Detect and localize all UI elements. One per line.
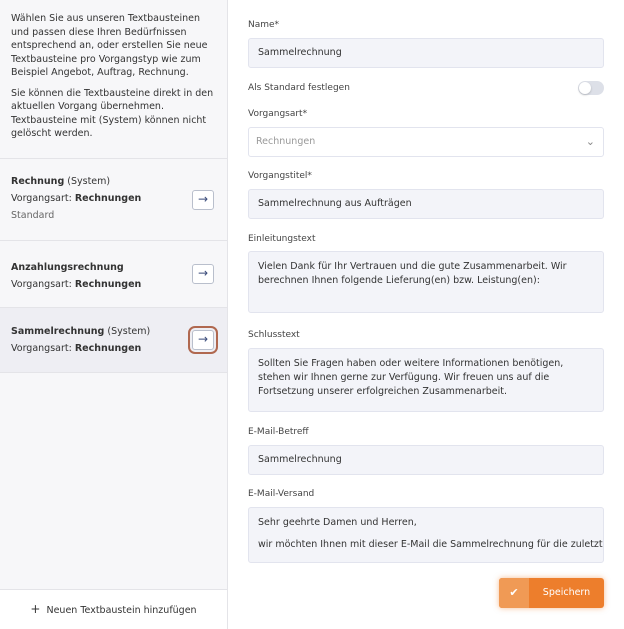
template-list: Rechnung (System) Vorgangsart: Rechnunge… <box>0 158 227 373</box>
item-title: Rechnung (System) <box>11 176 111 187</box>
item-title: Anzahlungsrechnung <box>11 262 124 273</box>
arrow-right-icon: → <box>197 266 209 280</box>
title-input[interactable]: Sammelrechnung aus Aufträgen <box>248 189 604 219</box>
intro-text-label: Einleitungstext <box>248 234 316 244</box>
sidebar: Wählen Sie aus unseren Textbausteinen un… <box>0 0 228 629</box>
item-type: Vorgangsart: Rechnungen <box>11 193 142 204</box>
name-input[interactable]: Sammelrechnung <box>248 38 604 68</box>
sidebar-intro: Wählen Sie aus unseren Textbausteinen un… <box>0 0 227 141</box>
plus-icon: + <box>30 602 41 616</box>
arrow-right-icon: → <box>197 332 209 346</box>
title-label: Vorgangstitel* <box>248 171 312 181</box>
toggle-knob <box>579 82 591 94</box>
intro-paragraph-2: Sie können die Textbausteine direkt in d… <box>11 87 214 140</box>
add-template-label: Neuen Textbaustein hinzufügen <box>46 605 197 616</box>
list-item-sammelrechnung[interactable]: Sammelrechnung (System) Vorgangsart: Rec… <box>0 307 227 373</box>
name-label: Name* <box>248 20 280 30</box>
chevron-down-icon: ⌄ <box>585 135 595 148</box>
closing-textarea[interactable]: Sollten Sie Fragen haben oder weitere In… <box>248 348 604 412</box>
default-toggle[interactable] <box>578 81 604 95</box>
item-type: Vorgangsart: Rechnungen <box>11 343 142 354</box>
save-button[interactable]: ✔ Speichern <box>499 578 604 608</box>
email-body-label: E-Mail-Versand <box>248 489 315 499</box>
default-label: Als Standard festlegen <box>248 83 350 93</box>
email-subject-label: E-Mail-Betreff <box>248 427 309 437</box>
open-arrow-button[interactable]: → <box>192 264 214 284</box>
arrow-right-icon: → <box>197 192 209 206</box>
list-item-anzahlungsrechnung[interactable]: Anzahlungsrechnung Vorgangsart: Rechnung… <box>0 240 227 307</box>
open-arrow-button[interactable]: → <box>192 190 214 210</box>
item-title: Sammelrechnung (System) <box>11 326 151 337</box>
email-body-line-2: wir möchten Ihnen mit dieser E-Mail die … <box>258 539 603 550</box>
email-body-textarea[interactable]: Sehr geehrte Damen und Herren, wir möcht… <box>248 507 604 563</box>
add-template-button[interactable]: + Neuen Textbaustein hinzufügen <box>0 589 227 629</box>
open-arrow-button[interactable]: → <box>188 326 218 354</box>
list-item-rechnung[interactable]: Rechnung (System) Vorgangsart: Rechnunge… <box>0 158 227 240</box>
email-subject-input[interactable]: Sammelrechnung <box>248 445 604 475</box>
closing-text-label: Schlusstext <box>248 330 300 340</box>
save-label: Speichern <box>542 587 591 598</box>
item-type: Vorgangsart: Rechnungen <box>11 279 142 290</box>
checkmark-icon: ✔ <box>499 578 529 608</box>
type-select-value: Rechnungen <box>256 136 316 147</box>
email-body-line-1: Sehr geehrte Damen und Herren, <box>258 517 417 528</box>
item-standard-badge: Standard <box>11 210 55 221</box>
type-select[interactable]: Rechnungen ⌄ <box>248 127 604 157</box>
intro-textarea[interactable]: Vielen Dank für Ihr Vertrauen und die gu… <box>248 251 604 313</box>
type-label: Vorgangsart* <box>248 109 308 119</box>
intro-paragraph-1: Wählen Sie aus unseren Textbausteinen un… <box>11 13 208 78</box>
